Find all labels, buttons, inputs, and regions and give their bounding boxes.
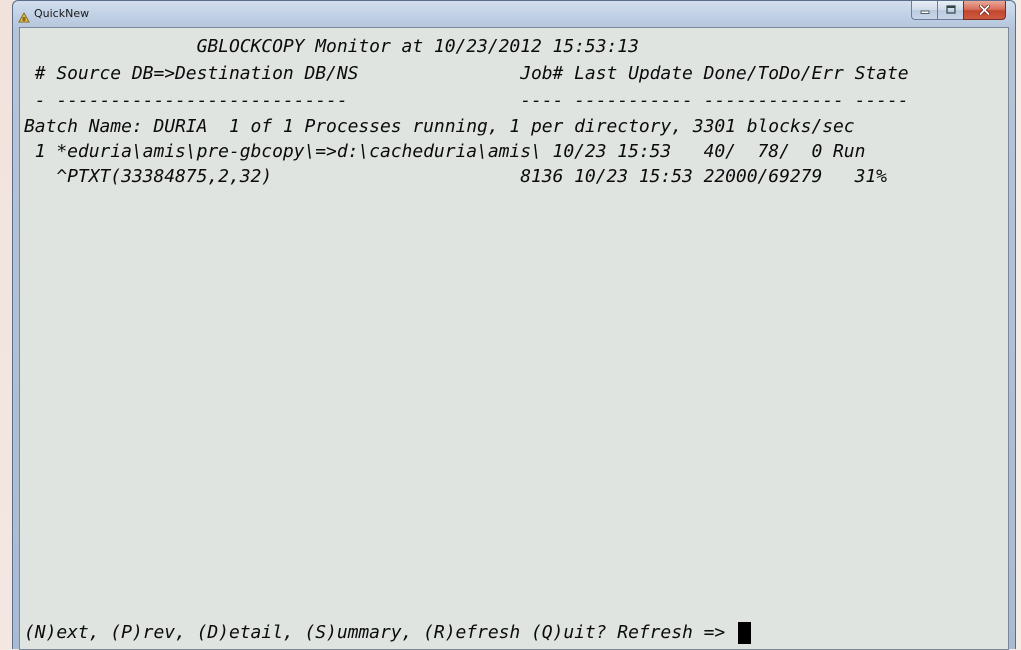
title-bar[interactable]: QuickNew [13,1,1015,27]
process-detail-row: ^PTXT(33384875,2,32) 8136 10/23 15:53 22… [24,166,887,187]
maximize-button[interactable] [937,1,963,20]
close-button[interactable] [963,1,1006,20]
minimize-button[interactable] [911,1,937,20]
console-window: QuickNew GBLOCKCOPY Monitor at 10/23/201… [12,0,1016,650]
text-cursor [737,622,751,644]
batch-summary-line: Batch Name: DURIA 1 of 1 Processes runni… [24,116,855,137]
console-output[interactable]: GBLOCKCOPY Monitor at 10/23/2012 15:53:1… [19,27,1009,650]
process-row: 1 *eduria\amis\pre-gbcopy\=>d:\cacheduri… [24,141,866,162]
monitor-title-line: GBLOCKCOPY Monitor at 10/23/2012 15:53:1… [24,36,639,57]
close-icon [979,5,990,15]
minimize-icon [920,10,929,14]
window-title: QuickNew [34,7,90,20]
console-app-icon[interactable] [18,8,30,23]
column-header-line: # Source DB=>Destination DB/NS Job# Last… [24,63,909,84]
prompt-text: (N)ext, (P)rev, (D)etail, (S)ummary, (R)… [24,622,736,643]
window-controls [911,1,1006,20]
column-divider-line: - --------------------------- ---- -----… [24,90,909,111]
command-prompt[interactable]: (N)ext, (P)rev, (D)etail, (S)ummary, (R)… [24,622,751,644]
maximize-icon [945,5,956,14]
